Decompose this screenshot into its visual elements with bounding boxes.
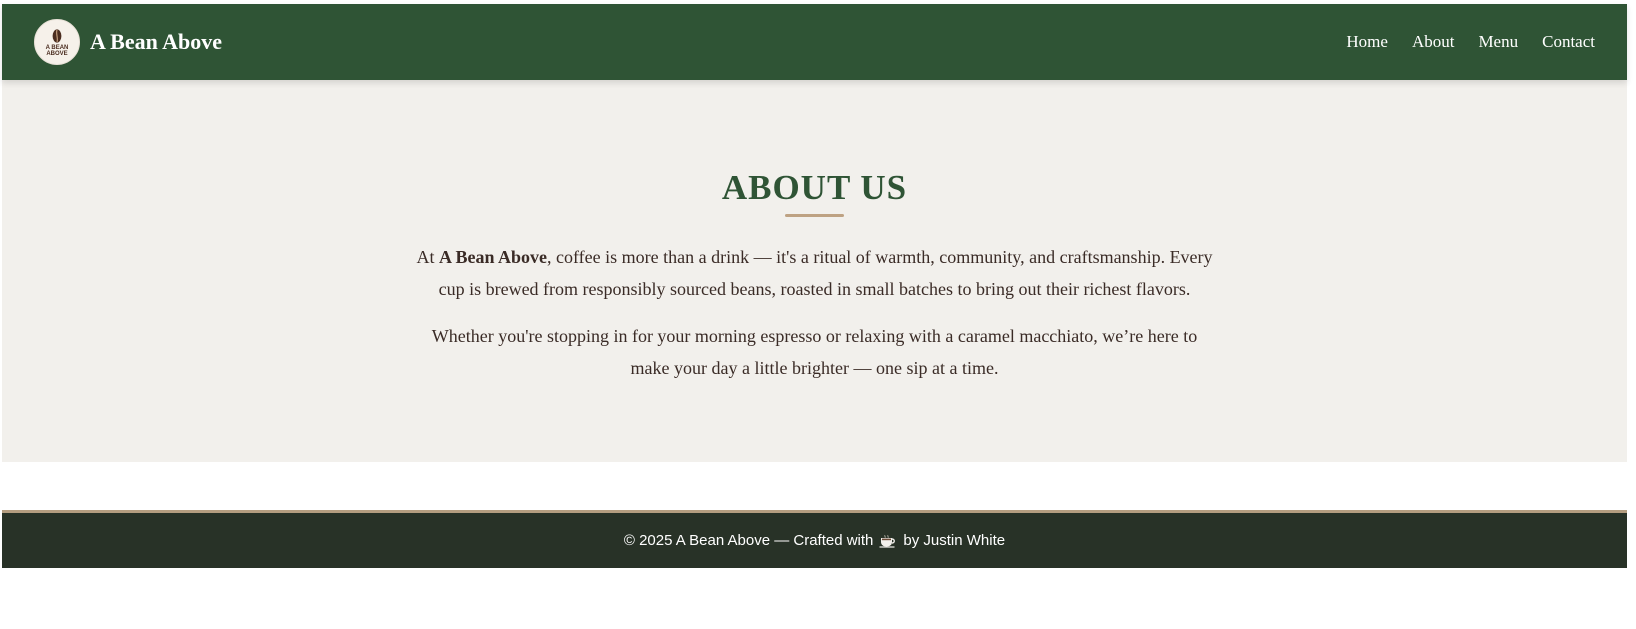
page: A BEAN ABOVE A Bean Above Home About Men… (0, 0, 1636, 629)
about-title: ABOUT US (721, 168, 908, 207)
brand[interactable]: A BEAN ABOVE A Bean Above (34, 19, 222, 65)
coffee-cup-icon (879, 534, 896, 548)
brand-name[interactable]: A Bean Above (90, 29, 222, 55)
about-section: ABOUT US At A Bean Above, coffee is more… (2, 80, 1627, 462)
about-paragraph-1: At A Bean Above, coffee is more than a d… (415, 241, 1215, 305)
about-p1-brand: A Bean Above (438, 247, 547, 267)
logo-text: A BEAN ABOVE (45, 44, 69, 57)
nav-home[interactable]: Home (1346, 32, 1388, 52)
main-nav: Home About Menu Contact (1346, 32, 1595, 52)
footer-author: by Justin White (903, 532, 1006, 549)
about-p1-rest: , coffee is more than a drink — it's a r… (438, 247, 1213, 299)
coffee-bean-icon (52, 28, 62, 43)
site-header: A BEAN ABOVE A Bean Above Home About Men… (2, 4, 1627, 80)
title-underline (785, 214, 844, 217)
nav-about[interactable]: About (1412, 32, 1455, 52)
nav-contact[interactable]: Contact (1542, 32, 1595, 52)
about-p1-lead: At (416, 247, 439, 267)
nav-menu[interactable]: Menu (1478, 32, 1518, 52)
about-paragraph-2: Whether you're stopping in for your morn… (431, 326, 1198, 378)
logo[interactable]: A BEAN ABOVE (34, 19, 80, 65)
footer-copyright: © 2025 A Bean Above — Crafted with (623, 532, 874, 549)
site-footer: © 2025 A Bean Above — Crafted with by Ju… (2, 510, 1627, 568)
